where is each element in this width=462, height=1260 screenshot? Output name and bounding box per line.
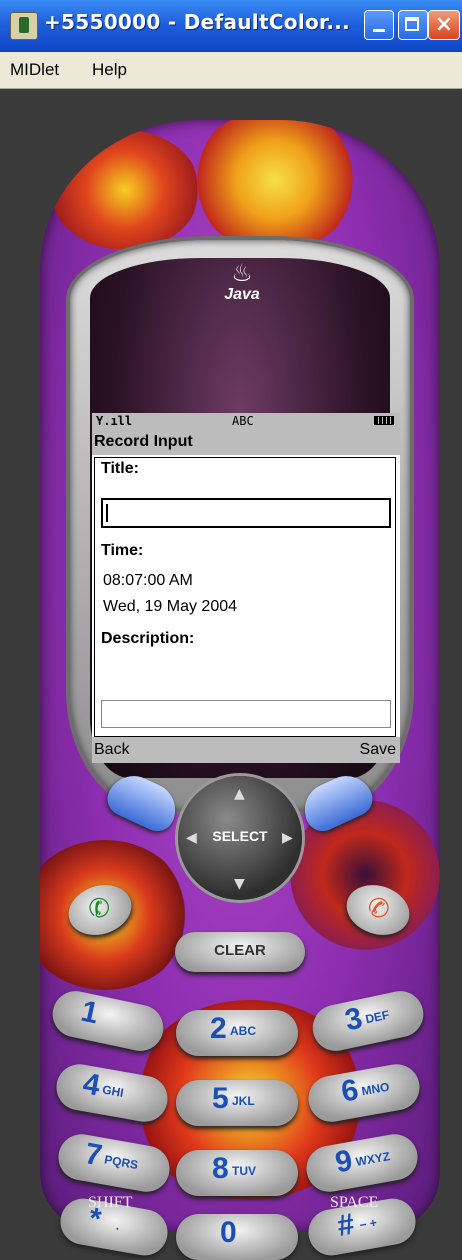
title-field[interactable] [101,498,391,528]
input-mode: ABC [232,414,254,428]
signal-icon: Y.ıll [96,414,133,428]
java-cup-icon: ♨ [231,259,253,287]
select-button[interactable]: SELECT [178,828,302,844]
down-arrow-icon[interactable]: ▼ [234,876,245,892]
phone-emulator: ♨ Java Y.ıll ABC Record Input Title: Tim… [12,90,452,1260]
time-label: Time: [101,542,144,559]
minimize-button[interactable] [364,10,394,40]
window-title: +5550000 - DefaultColor... [44,10,351,34]
key-8[interactable]: 8 TUV [176,1150,298,1196]
flower-decoration [190,120,360,250]
date-value[interactable]: Wed, 19 May 2004 [103,598,237,616]
key-0[interactable]: 0 [176,1214,298,1260]
phone-display: Y.ıll ABC Record Input Title: Time: 08:0… [92,413,400,763]
menu-midlet[interactable]: MIDlet [10,60,59,80]
description-field[interactable] [101,700,391,728]
clear-button[interactable]: CLEAR [175,932,305,972]
menu-help[interactable]: Help [92,60,127,80]
back-softkey-label[interactable]: Back [94,741,130,759]
status-bar: Y.ıll ABC [92,413,400,429]
app-icon [10,12,38,40]
up-arrow-icon[interactable]: ▲ [234,786,245,802]
close-button[interactable]: × [428,10,460,40]
maximize-button[interactable] [398,10,428,40]
window-title-bar[interactable]: +5550000 - DefaultColor... × [0,0,462,53]
space-label: SPACE [330,1194,379,1211]
key-2[interactable]: 2 ABC [176,1010,298,1056]
shift-label: SHIFT [88,1194,133,1211]
text-caret [106,504,108,522]
description-label: Description: [101,630,195,647]
flower-decoration [50,130,200,250]
java-logo: ♨ Java [212,260,272,304]
softkey-bar: Back Save [92,737,400,763]
title-label: Title: [101,460,139,477]
navigation-pad[interactable]: ▲ ▼ ◀ ▶ SELECT [178,776,302,900]
close-icon: × [434,12,454,37]
battery-icon [374,416,394,425]
menu-bar: MIDlet Help [0,52,462,89]
key-5[interactable]: 5 JKL [176,1080,298,1126]
time-value[interactable]: 08:07:00 AM [103,572,193,590]
screen-title-bar: Record Input [92,429,400,455]
screen-title: Record Input [94,433,193,450]
record-form: Title: Time: 08:07:00 AM Wed, 19 May 200… [94,457,396,737]
save-softkey-label[interactable]: Save [360,741,396,759]
